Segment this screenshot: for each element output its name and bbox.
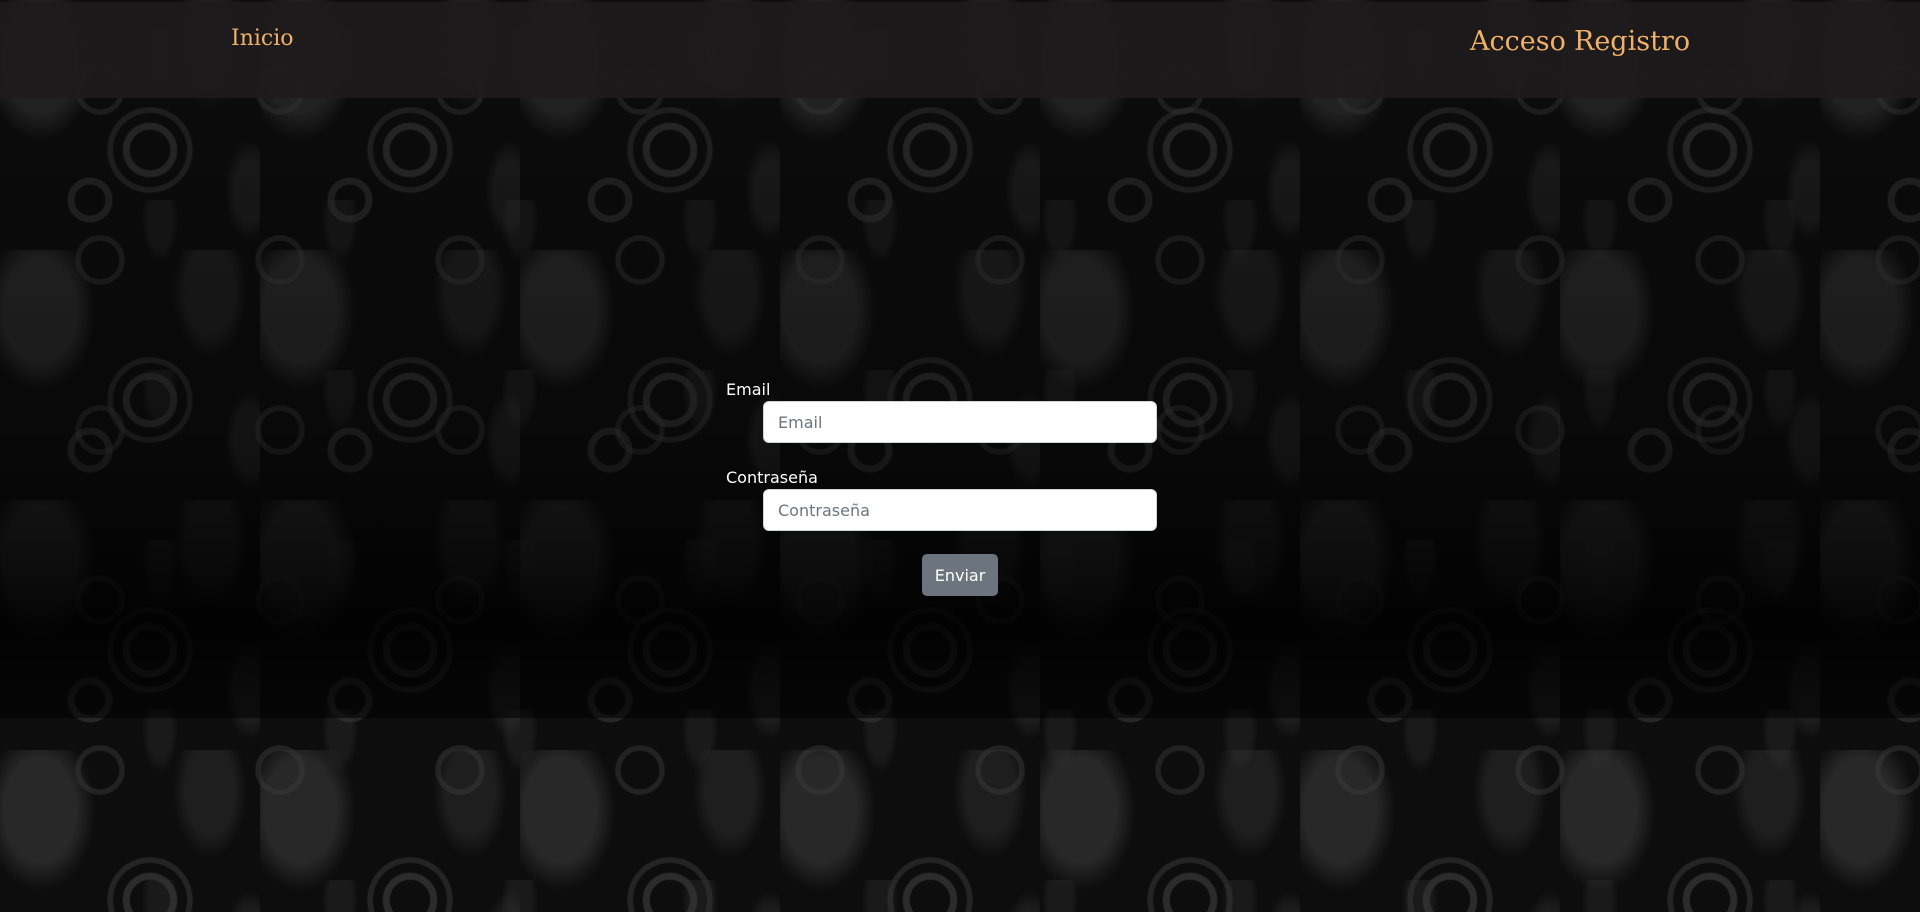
password-label: Contraseña [726, 468, 818, 487]
nav-link-login[interactable]: Acceso [1470, 26, 1566, 57]
nav-link-register[interactable]: Registro [1574, 26, 1690, 57]
email-group: Email [726, 380, 1157, 443]
email-input[interactable] [763, 401, 1157, 443]
submit-button[interactable]: Enviar [922, 554, 998, 596]
password-group: Contraseña [726, 468, 1157, 531]
email-label: Email [726, 380, 771, 399]
password-input[interactable] [763, 489, 1157, 531]
top-navbar: Inicio Acceso Registro [0, 2, 1920, 98]
nav-link-home[interactable]: Inicio [231, 26, 294, 51]
page-background: Inicio Acceso Registro Email Contraseña … [0, 0, 1920, 912]
